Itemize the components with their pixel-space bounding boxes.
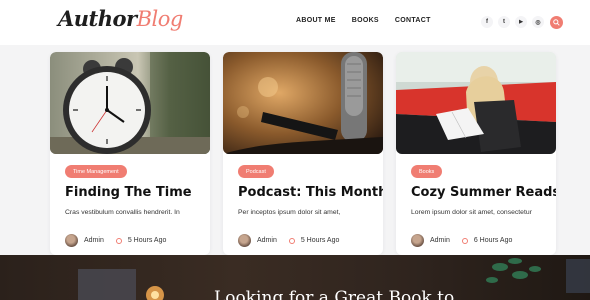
post-image-reading[interactable]: [396, 52, 556, 154]
facebook-icon[interactable]: f: [481, 16, 493, 28]
post-excerpt: Lorem ipsum dolor sit amet, consectetur: [411, 209, 532, 216]
nav-about-me[interactable]: ABOUT ME: [296, 17, 336, 24]
category-badge[interactable]: Podcast: [238, 165, 274, 178]
clock-icon: [115, 237, 122, 244]
site-logo[interactable]: Author Blog: [58, 6, 183, 38]
clock-icon: [461, 237, 468, 244]
post-excerpt: Cras vestibulum convallis hendrerit. In: [65, 209, 180, 216]
logo-author: Author: [58, 6, 137, 31]
featured-banner: Looking for a Great Book to: [0, 255, 590, 300]
post-meta: Admin 5 Hours Ago: [65, 234, 166, 247]
post-image-microphone[interactable]: [223, 52, 383, 154]
twitter-icon[interactable]: t: [498, 16, 510, 28]
avatar: [65, 234, 78, 247]
post-card[interactable]: Time Management Finding The Time Cras ve…: [50, 52, 210, 255]
avatar: [238, 234, 251, 247]
clock-icon: [288, 237, 295, 244]
logo-blog: Blog: [136, 7, 184, 31]
nav-books[interactable]: BOOKS: [352, 17, 379, 24]
post-title[interactable]: Podcast: This Month: [238, 185, 383, 200]
site-header: Author Blog ABOUT ME BOOKS CONTACT f t ▶ …: [0, 0, 590, 45]
post-author[interactable]: Admin: [430, 237, 450, 244]
post-excerpt: Per inceptos ipsum dolor sit amet,: [238, 209, 341, 216]
search-icon[interactable]: [550, 16, 563, 29]
post-time: 6 Hours Ago: [473, 237, 513, 244]
category-badge[interactable]: Time Management: [65, 165, 127, 178]
post-title[interactable]: Finding The Time: [65, 185, 192, 200]
category-badge[interactable]: Books: [411, 165, 443, 178]
post-meta: Admin 6 Hours Ago: [411, 234, 512, 247]
post-image-clock[interactable]: [50, 52, 210, 154]
post-meta: Admin 5 Hours Ago: [238, 234, 339, 247]
youtube-icon[interactable]: ▶: [515, 16, 527, 28]
post-author[interactable]: Admin: [257, 237, 277, 244]
post-time: 5 Hours Ago: [127, 237, 167, 244]
nav-contact[interactable]: CONTACT: [395, 17, 431, 24]
post-author[interactable]: Admin: [84, 237, 104, 244]
instagram-icon[interactable]: ◎: [532, 16, 544, 28]
post-title[interactable]: Cozy Summer Reads: [411, 185, 556, 200]
post-card[interactable]: Books Cozy Summer Reads Lorem ipsum dolo…: [396, 52, 556, 255]
post-time: 5 Hours Ago: [300, 237, 340, 244]
main-nav: ABOUT ME BOOKS CONTACT: [296, 17, 431, 24]
post-card[interactable]: Podcast Podcast: This Month Per inceptos…: [223, 52, 383, 255]
avatar: [411, 234, 424, 247]
social-links: f t ▶ ◎: [481, 16, 563, 29]
banner-title: Looking for a Great Book to: [214, 288, 455, 300]
